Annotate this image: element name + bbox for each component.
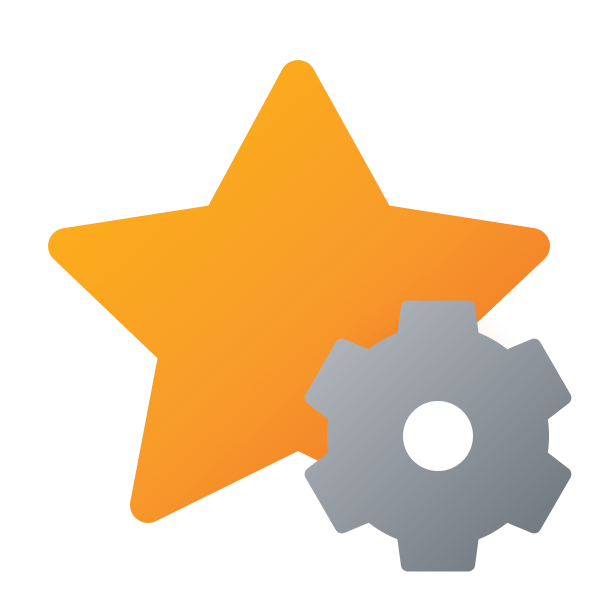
gear-center-hole [403,401,473,471]
star-settings-icon [48,60,572,572]
icon-canvas [0,0,600,600]
gear-icon [304,300,572,572]
